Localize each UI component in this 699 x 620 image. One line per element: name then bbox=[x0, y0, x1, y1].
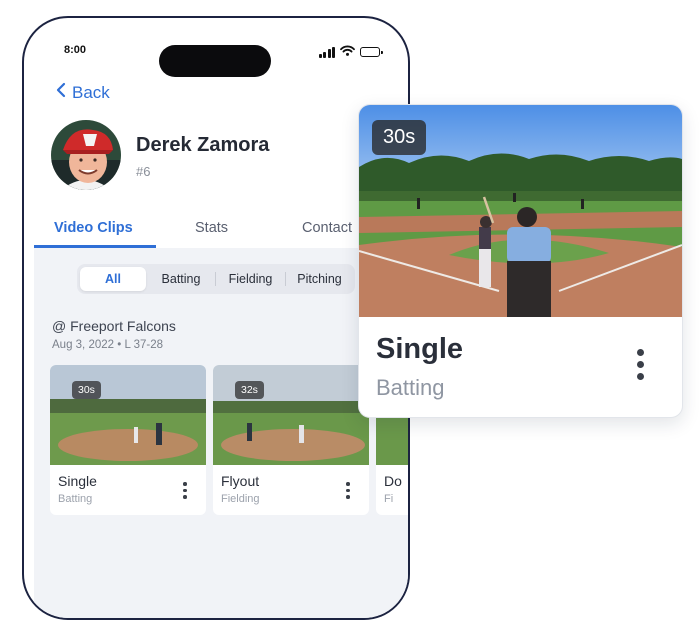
clip-thumbnail bbox=[213, 365, 369, 465]
clip-title: Single bbox=[58, 473, 97, 489]
wifi-icon bbox=[340, 43, 355, 61]
filter-pitching[interactable]: Pitching bbox=[286, 267, 353, 291]
clip-card[interactable]: 30s Single Batting bbox=[50, 365, 206, 515]
featured-clip-title: Single bbox=[376, 333, 464, 365]
featured-duration-badge: 30s bbox=[372, 120, 427, 155]
clip-category: Fi bbox=[384, 493, 394, 505]
clip-category: Fielding bbox=[221, 493, 260, 505]
signal-icon bbox=[318, 46, 335, 58]
battery-icon bbox=[360, 47, 383, 57]
filter-all[interactable]: All bbox=[80, 267, 146, 291]
tab-bar: Video Clips Stats Contact bbox=[34, 212, 408, 249]
status-time: 8:00 bbox=[64, 44, 87, 56]
more-vertical-icon[interactable] bbox=[183, 482, 187, 499]
status-icons bbox=[318, 43, 383, 61]
clip-title: Flyout bbox=[221, 473, 260, 489]
back-button[interactable]: Back bbox=[56, 82, 110, 103]
clip-category: Batting bbox=[58, 493, 93, 505]
status-bar: 8:00 bbox=[24, 18, 408, 78]
back-label: Back bbox=[72, 82, 110, 102]
clip-thumbnail bbox=[50, 365, 206, 465]
more-vertical-icon[interactable] bbox=[637, 349, 644, 380]
avatar bbox=[51, 120, 121, 190]
featured-clip-card[interactable]: 30s Single Batting bbox=[358, 104, 683, 418]
clip-filter: All Batting Fielding Pitching bbox=[77, 264, 355, 294]
game-title: @ Freeport Falcons bbox=[52, 318, 176, 334]
filter-fielding[interactable]: Fielding bbox=[216, 267, 285, 291]
tab-contact[interactable]: Contact bbox=[302, 220, 352, 236]
featured-clip-category: Batting bbox=[376, 375, 445, 400]
clip-duration-badge: 30s bbox=[72, 381, 101, 399]
tab-video-clips[interactable]: Video Clips bbox=[54, 220, 133, 236]
filter-batting[interactable]: Batting bbox=[147, 267, 215, 291]
clip-duration-badge: 32s bbox=[235, 381, 264, 399]
more-vertical-icon[interactable] bbox=[346, 482, 350, 499]
player-name: Derek Zamora bbox=[136, 134, 270, 156]
game-meta: Aug 3, 2022 • L 37-28 bbox=[52, 339, 164, 351]
clip-card[interactable]: 32s Flyout Fielding bbox=[213, 365, 369, 515]
chevron-left-icon bbox=[56, 82, 66, 103]
dynamic-island bbox=[159, 45, 271, 77]
phone-frame: 8:00 Back Derek Zamora #6 Video Clips St… bbox=[22, 16, 410, 620]
clip-title: Do bbox=[384, 473, 402, 489]
player-number: #6 bbox=[136, 164, 151, 179]
tab-stats[interactable]: Stats bbox=[195, 220, 228, 236]
